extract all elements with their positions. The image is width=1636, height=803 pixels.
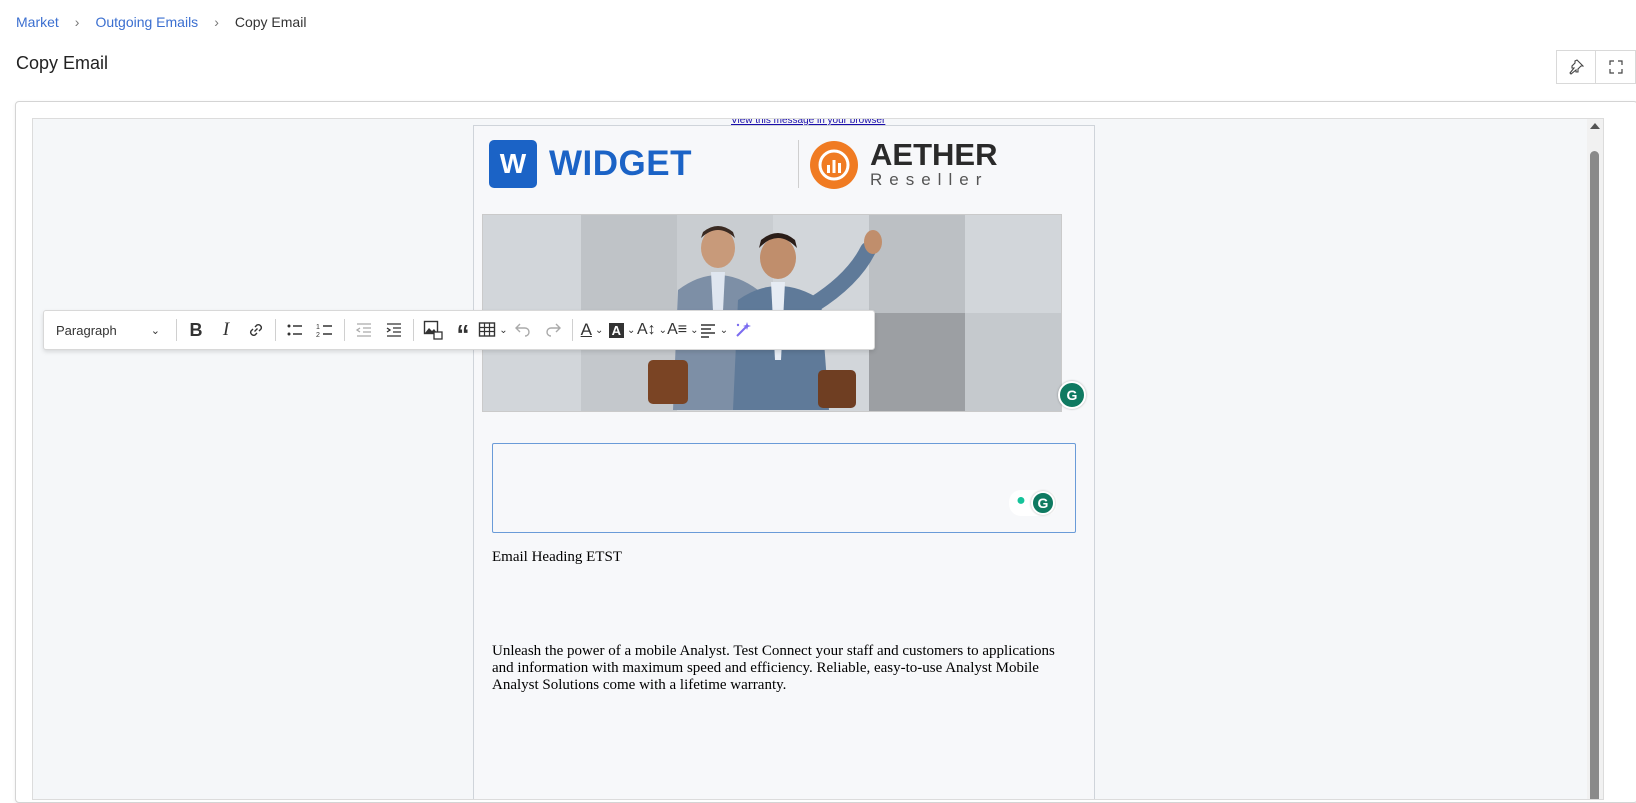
email-body: W WIDGET AETHER Reseller G ● G Email Hea…	[473, 125, 1095, 799]
paragraph-style-dropdown[interactable]: Paragraph ⌄	[44, 323, 172, 338]
grammarly-icon[interactable]: G	[1031, 491, 1055, 515]
aether-logo-name: AETHER	[870, 137, 998, 172]
aether-logo-icon	[810, 141, 858, 189]
numbered-list-icon: 12	[316, 324, 332, 339]
italic-icon: I	[222, 319, 230, 340]
table-icon	[479, 322, 496, 337]
insert-image-button[interactable]	[418, 315, 448, 345]
font-size-icon: A↕	[637, 321, 656, 338]
widget-logo-text: WIDGET	[549, 144, 692, 183]
logo-divider	[798, 140, 799, 188]
font-family-button[interactable]: A≡ ⌄	[667, 315, 698, 345]
paragraph-style-label: Paragraph	[56, 322, 117, 338]
email-editor-frame: View this message in your browser W WIDG…	[32, 118, 1604, 800]
font-color-icon: A	[580, 320, 592, 339]
pin-button[interactable]	[1556, 50, 1596, 84]
grammarly-suggestion-icon[interactable]: ●	[1011, 491, 1031, 511]
top-actions	[1556, 50, 1636, 84]
font-color-button[interactable]: A ⌄	[577, 315, 607, 345]
fullscreen-icon	[1608, 60, 1623, 74]
italic-button[interactable]: I	[211, 315, 241, 345]
editable-text-block[interactable]: ● G	[492, 443, 1076, 533]
highlight-icon: A	[608, 322, 624, 338]
scroll-up-arrow-icon[interactable]	[1590, 123, 1600, 129]
align-icon	[700, 324, 715, 338]
chevron-right-icon: ›	[74, 14, 80, 30]
email-body-text[interactable]: Unleash the power of a mobile Analyst. T…	[492, 643, 1072, 694]
align-button[interactable]: ⌄	[698, 315, 728, 345]
chevron-down-icon: ⌄	[627, 324, 636, 336]
outdent-icon	[355, 323, 371, 337]
blockquote-icon: “	[456, 319, 470, 349]
ai-assistant-button[interactable]	[728, 315, 758, 345]
grammarly-icon[interactable]: G	[1058, 381, 1086, 409]
undo-icon	[515, 323, 530, 337]
indent-icon	[386, 323, 401, 337]
aether-logo: AETHER Reseller	[810, 137, 998, 190]
font-family-icon: A≡	[667, 321, 688, 338]
chevron-down-icon: ⌄	[150, 324, 160, 337]
widget-logo-mark: W	[489, 140, 537, 188]
breadcrumb: Market › Outgoing Emails › Copy Email	[16, 14, 306, 30]
scrollbar-thumb[interactable]	[1590, 151, 1599, 799]
table-button[interactable]: ⌄	[478, 315, 508, 345]
redo-button[interactable]	[538, 315, 568, 345]
redo-icon	[546, 323, 561, 337]
breadcrumb-outgoing-emails[interactable]: Outgoing Emails	[95, 14, 198, 30]
outdent-button[interactable]	[349, 315, 379, 345]
insert-image-icon	[423, 320, 443, 340]
svg-text:1: 1	[316, 324, 320, 331]
chevron-down-icon: ⌄	[719, 324, 729, 336]
indent-button[interactable]	[379, 315, 409, 345]
page-title: Copy Email	[16, 53, 109, 73]
toolbar-divider	[413, 319, 414, 341]
widget-logo: W WIDGET	[489, 140, 692, 188]
chevron-right-icon: ›	[214, 14, 219, 30]
bold-icon: B	[189, 319, 203, 340]
breadcrumb-market[interactable]: Market	[16, 14, 59, 30]
bold-button[interactable]: B	[181, 315, 211, 345]
undo-button[interactable]	[508, 315, 538, 345]
breadcrumb-current: Copy Email	[234, 14, 307, 30]
toolbar-divider	[344, 319, 345, 341]
pin-icon	[1569, 59, 1584, 75]
toolbar-divider	[176, 319, 177, 341]
link-icon	[250, 324, 262, 336]
link-button[interactable]	[241, 315, 271, 345]
fullscreen-button[interactable]	[1596, 50, 1636, 84]
chevron-down-icon: ⌄	[658, 324, 668, 336]
blockquote-button[interactable]: “	[448, 315, 478, 349]
numbered-list-button[interactable]: 12	[310, 315, 340, 345]
chevron-down-icon: ⌄	[499, 324, 508, 336]
bulleted-list-button[interactable]	[280, 315, 310, 345]
aether-logo-sub: Reseller	[870, 170, 989, 189]
toolbar-divider	[275, 319, 276, 341]
font-size-button[interactable]: A↕ ⌄	[637, 315, 667, 345]
ai-assistant-icon	[736, 322, 752, 337]
bulleted-list-icon	[287, 324, 302, 336]
frame-scrollbar[interactable]	[1587, 119, 1603, 799]
toolbar-divider	[572, 319, 573, 341]
svg-text:2: 2	[316, 332, 320, 339]
highlight-button[interactable]: A ⌄	[607, 315, 637, 345]
chevron-down-icon: ⌄	[594, 324, 604, 336]
rich-text-toolbar: Paragraph ⌄ B I 12 “ ⌄ A ⌄ A ⌄ A↕ ⌄ A≡ ⌄…	[43, 310, 875, 350]
email-heading[interactable]: Email Heading ETST	[492, 549, 622, 566]
chevron-down-icon: ⌄	[690, 324, 699, 336]
